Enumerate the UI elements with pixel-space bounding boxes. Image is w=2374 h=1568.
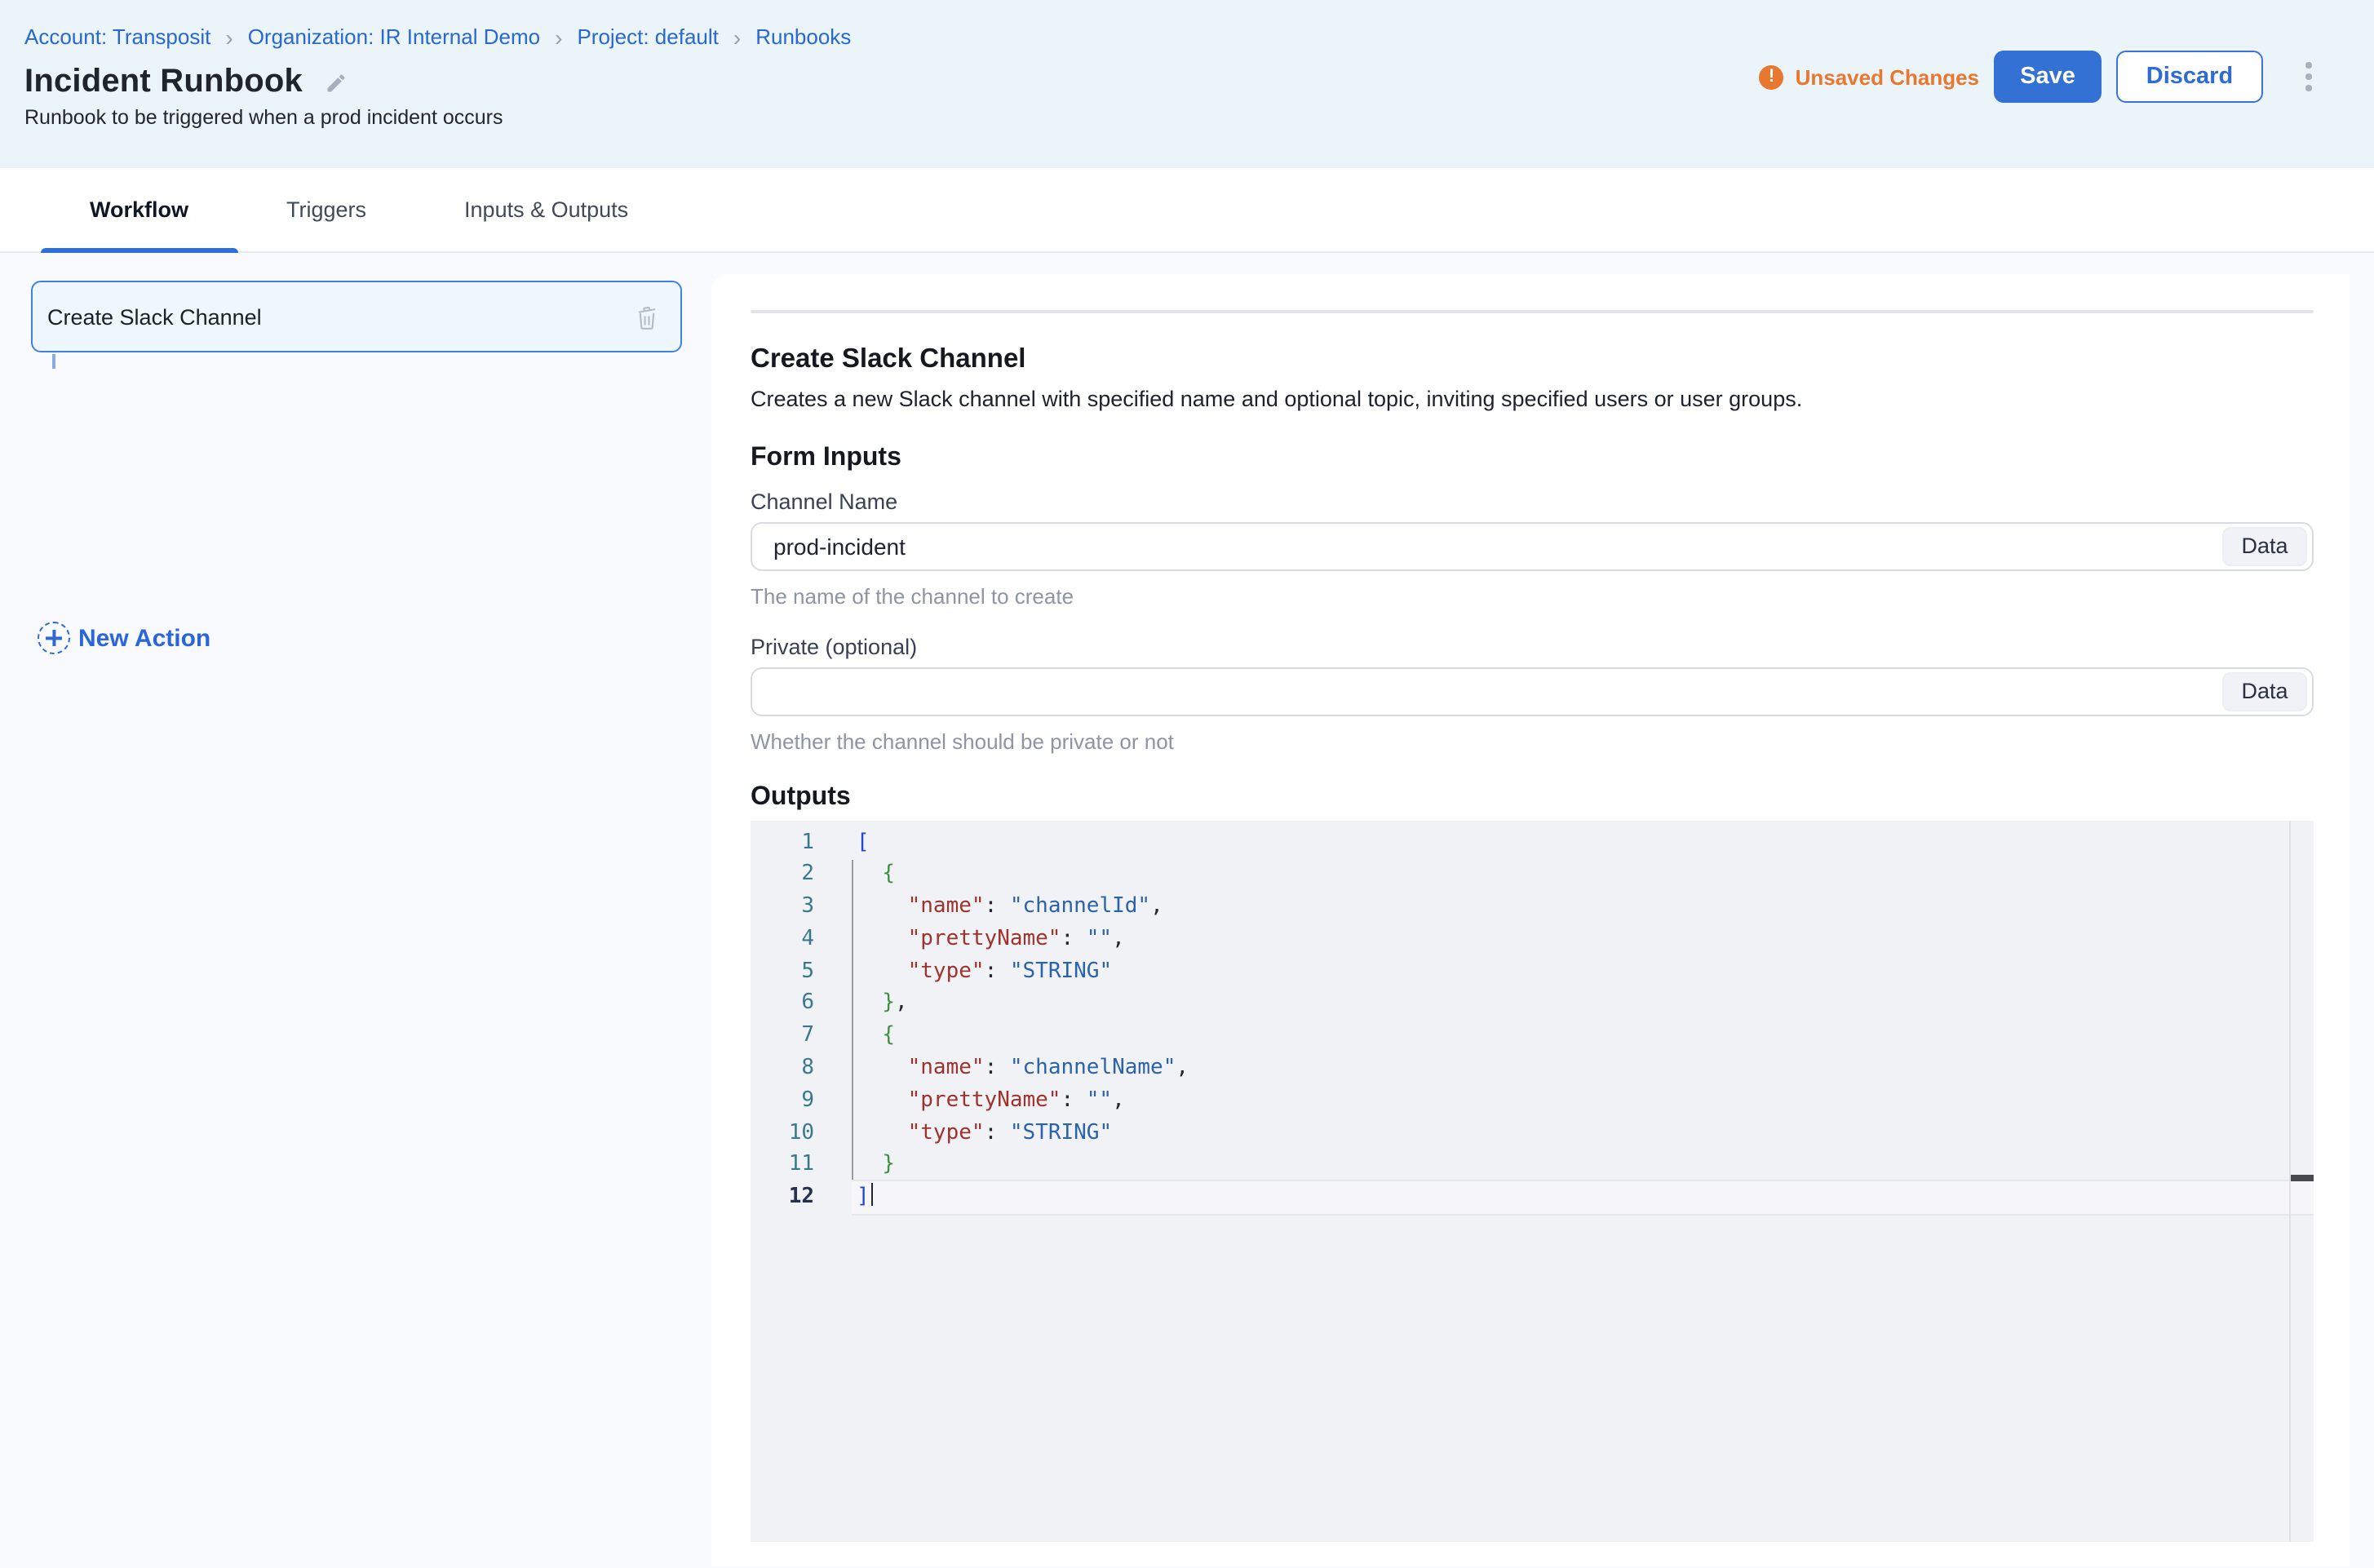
line-content: "prettyName": "",	[852, 1085, 2314, 1118]
line-number: 4	[751, 924, 814, 956]
line-number: 12	[751, 1182, 814, 1216]
line-number: 7	[751, 1021, 814, 1053]
private-input[interactable]	[751, 667, 2314, 715]
outputs-heading: Outputs	[751, 779, 2314, 813]
form-inputs-heading: Form Inputs	[751, 440, 2314, 474]
active-tab-indicator	[41, 247, 237, 253]
line-number: 9	[751, 1085, 814, 1118]
page-header: Account: Transposit › Organization: IR I…	[0, 0, 2374, 168]
code-line-12[interactable]: 12]	[751, 1182, 2314, 1216]
discard-button[interactable]: Discard	[2116, 51, 2263, 103]
line-number: 11	[751, 1149, 814, 1182]
chevron-right-icon: ›	[555, 26, 562, 49]
action-card-create-slack-channel[interactable]: Create Slack Channel	[31, 281, 682, 352]
code-line-5[interactable]: 5 "type": "STRING"	[751, 955, 2314, 988]
kebab-menu-icon[interactable]	[2296, 54, 2322, 100]
line-content: {	[852, 859, 2314, 892]
action-description: Creates a new Slack channel with specifi…	[751, 383, 2314, 414]
code-line-11[interactable]: 11 }	[751, 1149, 2314, 1182]
text-cursor	[871, 1184, 874, 1207]
code-line-10[interactable]: 10 "type": "STRING"	[751, 1117, 2314, 1149]
content-region: Create Slack Channel New Action	[0, 253, 2374, 1566]
line-number: 6	[751, 988, 814, 1021]
code-line-8[interactable]: 8 "name": "channelName",	[751, 1052, 2314, 1085]
breadcrumb: Account: Transposit › Organization: IR I…	[0, 0, 2374, 52]
tab-bar: Workflow Triggers Inputs & Outputs	[0, 168, 2374, 253]
line-number: 3	[751, 891, 814, 924]
breadcrumb-project[interactable]: Project: default	[577, 23, 718, 52]
save-button[interactable]: Save	[1994, 51, 2102, 103]
line-number: 10	[751, 1117, 814, 1149]
unsaved-changes-status: Unsaved Changes	[1796, 64, 1979, 89]
action-card-label: Create Slack Channel	[33, 304, 635, 329]
action-title: Create Slack Channel	[751, 340, 2314, 376]
line-content: "name": "channelName",	[852, 1052, 2314, 1085]
chevron-right-icon: ›	[225, 26, 233, 49]
line-number: 2	[751, 859, 814, 892]
line-content: "name": "channelId",	[852, 891, 2314, 924]
outputs-code-editor[interactable]: 1[2 {3 "name": "channelId",4 "prettyName…	[751, 820, 2314, 1541]
channel-name-data-button[interactable]: Data	[2222, 526, 2307, 565]
delete-action-trash-icon[interactable]	[635, 303, 659, 330]
breadcrumb-organization[interactable]: Organization: IR Internal Demo	[248, 23, 540, 52]
page-subtitle: Runbook to be triggered when a prod inci…	[24, 106, 2374, 129]
line-number: 8	[751, 1052, 814, 1085]
breadcrumb-account[interactable]: Account: Transposit	[24, 23, 210, 52]
line-content: "type": "STRING"	[852, 955, 2314, 988]
line-content: [	[852, 826, 2314, 859]
line-content: "type": "STRING"	[852, 1117, 2314, 1149]
line-content: ]	[852, 1180, 2314, 1216]
breadcrumb-runbooks[interactable]: Runbooks	[755, 23, 851, 52]
line-number: 1	[751, 826, 814, 859]
code-line-6[interactable]: 6 },	[751, 988, 2314, 1021]
action-detail-panel: Create Slack Channel Creates a new Slack…	[711, 274, 2350, 1566]
tab-workflow[interactable]: Workflow	[41, 168, 237, 251]
app-window: Account: Transposit › Organization: IR I…	[0, 0, 2374, 1568]
detail-panel-wrap: Create Slack Channel Creates a new Slack…	[711, 253, 2374, 1566]
top-divider	[751, 310, 2314, 312]
line-content: "prettyName": "",	[852, 924, 2314, 956]
code-line-2[interactable]: 2 {	[751, 859, 2314, 892]
line-number: 5	[751, 955, 814, 988]
unsaved-alert-icon: !	[1760, 64, 1784, 89]
code-line-7[interactable]: 7 {	[751, 1021, 2314, 1053]
new-action-plus-icon[interactable]	[38, 622, 70, 654]
tab-inputs-outputs[interactable]: Inputs & Outputs	[415, 168, 677, 251]
line-content: },	[852, 988, 2314, 1021]
tab-triggers[interactable]: Triggers	[237, 168, 415, 251]
chevron-right-icon: ›	[733, 26, 741, 49]
channel-name-label: Channel Name	[751, 487, 2314, 515]
private-help: Whether the channel should be private or…	[751, 727, 2314, 755]
private-data-button[interactable]: Data	[2222, 671, 2307, 711]
code-line-1[interactable]: 1[	[751, 826, 2314, 859]
new-action-button[interactable]: New Action	[78, 625, 210, 653]
page-title: Incident Runbook	[24, 64, 303, 101]
editor-scrollbar-thumb[interactable]	[2291, 1174, 2314, 1181]
code-line-3[interactable]: 3 "name": "channelId",	[751, 891, 2314, 924]
code-lines: 1[2 {3 "name": "channelId",4 "prettyName…	[751, 820, 2314, 1216]
workflow-steps-panel: Create Slack Channel New Action	[0, 253, 711, 1566]
code-line-4[interactable]: 4 "prettyName": "",	[751, 924, 2314, 956]
channel-name-input[interactable]	[751, 521, 2314, 570]
edit-title-pencil-icon[interactable]	[326, 71, 348, 94]
step-connector-line	[53, 354, 55, 369]
private-label: Private (optional)	[751, 632, 2314, 660]
code-line-9[interactable]: 9 "prettyName": "",	[751, 1085, 2314, 1118]
line-content: {	[852, 1021, 2314, 1053]
line-content: }	[852, 1149, 2314, 1182]
channel-name-help: The name of the channel to create	[751, 582, 2314, 609]
